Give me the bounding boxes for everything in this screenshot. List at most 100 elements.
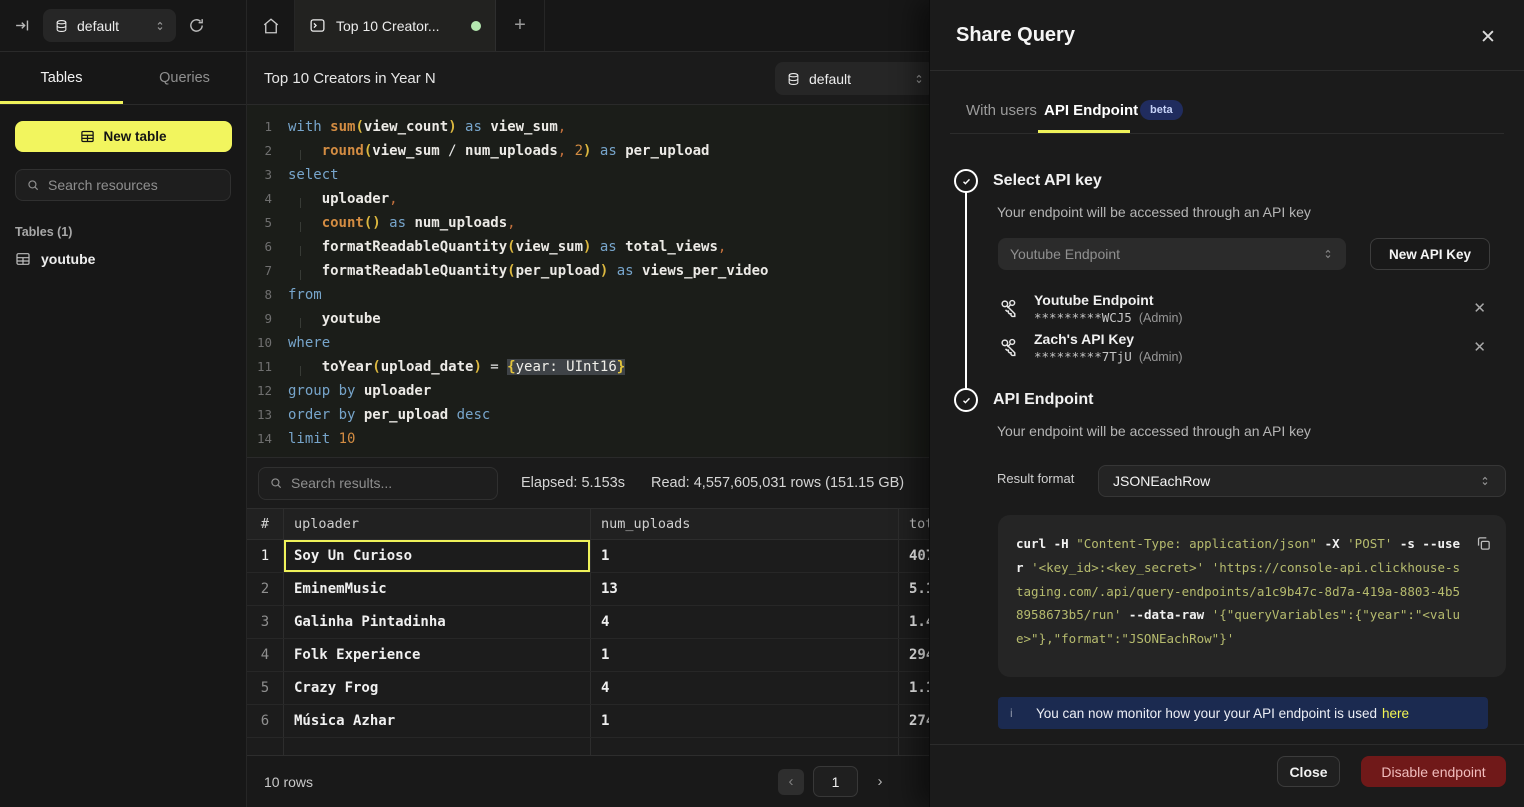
cell-num-uploads[interactable]: 1 <box>590 705 898 737</box>
step2-title: API Endpoint <box>993 391 1093 409</box>
cell-uploader[interactable]: Música Azhar <box>283 705 590 737</box>
keys-icon <box>998 297 1020 319</box>
new-api-key-button[interactable]: New API Key <box>1370 238 1490 270</box>
cell-uploader[interactable]: Soy Un Curioso <box>283 540 590 572</box>
cell-uploader[interactable]: Galinha Pintadinha <box>283 606 590 638</box>
table-grid-icon <box>15 251 31 267</box>
close-button[interactable]: Close <box>1277 756 1340 787</box>
api-key-name: Youtube Endpoint <box>1034 292 1154 308</box>
terminal-icon <box>309 17 326 34</box>
query-tab[interactable]: Top 10 Creator... <box>295 0 496 51</box>
line-number: 2 <box>247 139 272 163</box>
monitor-link[interactable]: here <box>1382 706 1409 721</box>
home-icon <box>262 17 280 35</box>
result-format-select[interactable]: JSONEachRow <box>1098 465 1506 497</box>
remove-key-icon[interactable]: ✕ <box>1469 334 1490 360</box>
editor-database-selector[interactable]: default <box>775 62 935 95</box>
sidebar-item-youtube[interactable]: youtube <box>15 251 246 267</box>
api-key-select-value: Youtube Endpoint <box>1010 246 1120 262</box>
new-table-button[interactable]: New table <box>15 121 232 152</box>
cell-num-uploads[interactable]: 4 <box>590 672 898 704</box>
info-banner: i You can now monitor how your your API … <box>998 697 1488 729</box>
api-key-item: Youtube Endpoint *********WCJ5 (Admin) ✕ <box>998 288 1490 328</box>
tables-section-label: Tables (1) <box>15 225 246 239</box>
api-key-role: (Admin) <box>1139 350 1183 364</box>
line-number: 8 <box>247 283 272 307</box>
home-button[interactable] <box>247 0 295 51</box>
query-tab-label: Top 10 Creator... <box>336 18 440 34</box>
tab-with-users[interactable]: With users <box>966 102 1037 119</box>
new-table-label: New table <box>103 129 166 144</box>
query-title: Top 10 Creators in Year N <box>264 70 436 87</box>
api-key-item: Zach's API Key*********7TjU(Admin)✕ <box>998 327 1490 367</box>
search-results-placeholder: Search results... <box>291 475 392 491</box>
step2-description: Your endpoint will be accessed through a… <box>997 423 1311 439</box>
line-number: 12 <box>247 379 272 403</box>
line-number: 10 <box>247 331 272 355</box>
new-tab-button[interactable]: + <box>496 0 545 51</box>
sidebar-tabs: Tables Queries <box>0 52 246 105</box>
topbar-left: default <box>0 0 247 51</box>
line-number: 1 <box>247 115 272 139</box>
column-header-uploader[interactable]: uploader <box>283 509 590 539</box>
cell-num-uploads[interactable]: 1 <box>590 540 898 572</box>
curl-command-text: curl -H "Content-Type: application/json"… <box>1016 536 1460 646</box>
result-format-value: JSONEachRow <box>1113 473 1210 489</box>
row-number: 4 <box>247 639 283 671</box>
next-page-button[interactable]: › <box>867 769 893 795</box>
line-number: 13 <box>247 403 272 427</box>
step1-check-icon <box>954 169 978 193</box>
prev-page-button[interactable]: ‹ <box>778 769 804 795</box>
remove-key-icon[interactable]: ✕ <box>1469 295 1490 321</box>
divider <box>930 70 1524 71</box>
result-format-label: Result format <box>997 471 1074 486</box>
line-number: 14 <box>247 427 272 451</box>
elapsed-stat: Elapsed: 5.153s <box>521 475 625 491</box>
database-icon <box>55 19 68 33</box>
chevron-updown-icon <box>1479 474 1491 488</box>
line-number: 11 <box>247 355 272 379</box>
share-query-panel: Share Query ✕ With users API Endpoint be… <box>929 0 1524 807</box>
tab-queries[interactable]: Queries <box>123 52 246 104</box>
api-key-name: Zach's API Key <box>1034 331 1134 347</box>
chevron-updown-icon <box>154 19 166 33</box>
close-icon[interactable]: ✕ <box>1480 26 1496 49</box>
line-number: 6 <box>247 235 272 259</box>
column-header-num[interactable]: # <box>247 516 283 532</box>
pagination: ‹ 1 › <box>778 756 893 807</box>
tab-strip: Top 10 Creator... + <box>247 0 545 51</box>
cell-uploader[interactable]: Folk Experience <box>283 639 590 671</box>
copy-icon[interactable] <box>1475 535 1492 552</box>
chevron-updown-icon <box>1322 247 1334 261</box>
api-key-role: (Admin) <box>1139 311 1183 325</box>
panel-title: Share Query <box>956 24 1075 47</box>
row-number: 3 <box>247 606 283 638</box>
beta-badge: beta <box>1140 100 1183 120</box>
cell-num-uploads[interactable]: 1 <box>590 639 898 671</box>
api-key-masked: *********WCJ5 <box>1034 310 1132 325</box>
row-number: 6 <box>247 705 283 737</box>
unsaved-changes-dot <box>471 21 481 31</box>
tab-api-endpoint[interactable]: API Endpoint <box>1044 102 1138 119</box>
cell-num-uploads[interactable]: 13 <box>590 573 898 605</box>
step2-check-icon <box>954 388 978 412</box>
row-number: 1 <box>247 540 283 572</box>
current-page[interactable]: 1 <box>813 766 858 797</box>
search-results-input[interactable]: Search results... <box>258 467 498 500</box>
collapse-sidebar-icon[interactable] <box>14 17 31 34</box>
cell-uploader[interactable]: EminemMusic <box>283 573 590 605</box>
tab-tables[interactable]: Tables <box>0 52 123 104</box>
step1-description: Your endpoint will be accessed through a… <box>997 204 1311 220</box>
cell-num-uploads[interactable]: 4 <box>590 606 898 638</box>
read-stat: Read: 4,557,605,031 rows (151.15 GB) <box>651 475 904 491</box>
disable-endpoint-button[interactable]: Disable endpoint <box>1361 756 1506 787</box>
divider <box>930 744 1524 745</box>
row-count: 10 rows <box>264 774 313 790</box>
refresh-icon[interactable] <box>188 17 205 34</box>
api-key-select[interactable]: Youtube Endpoint <box>998 238 1346 270</box>
column-header-num-uploads[interactable]: num_uploads <box>590 509 898 539</box>
database-selector[interactable]: default <box>43 9 176 42</box>
divider <box>950 133 1504 134</box>
search-resources-input[interactable]: Search resources <box>15 169 231 201</box>
cell-uploader[interactable]: Crazy Frog <box>283 672 590 704</box>
